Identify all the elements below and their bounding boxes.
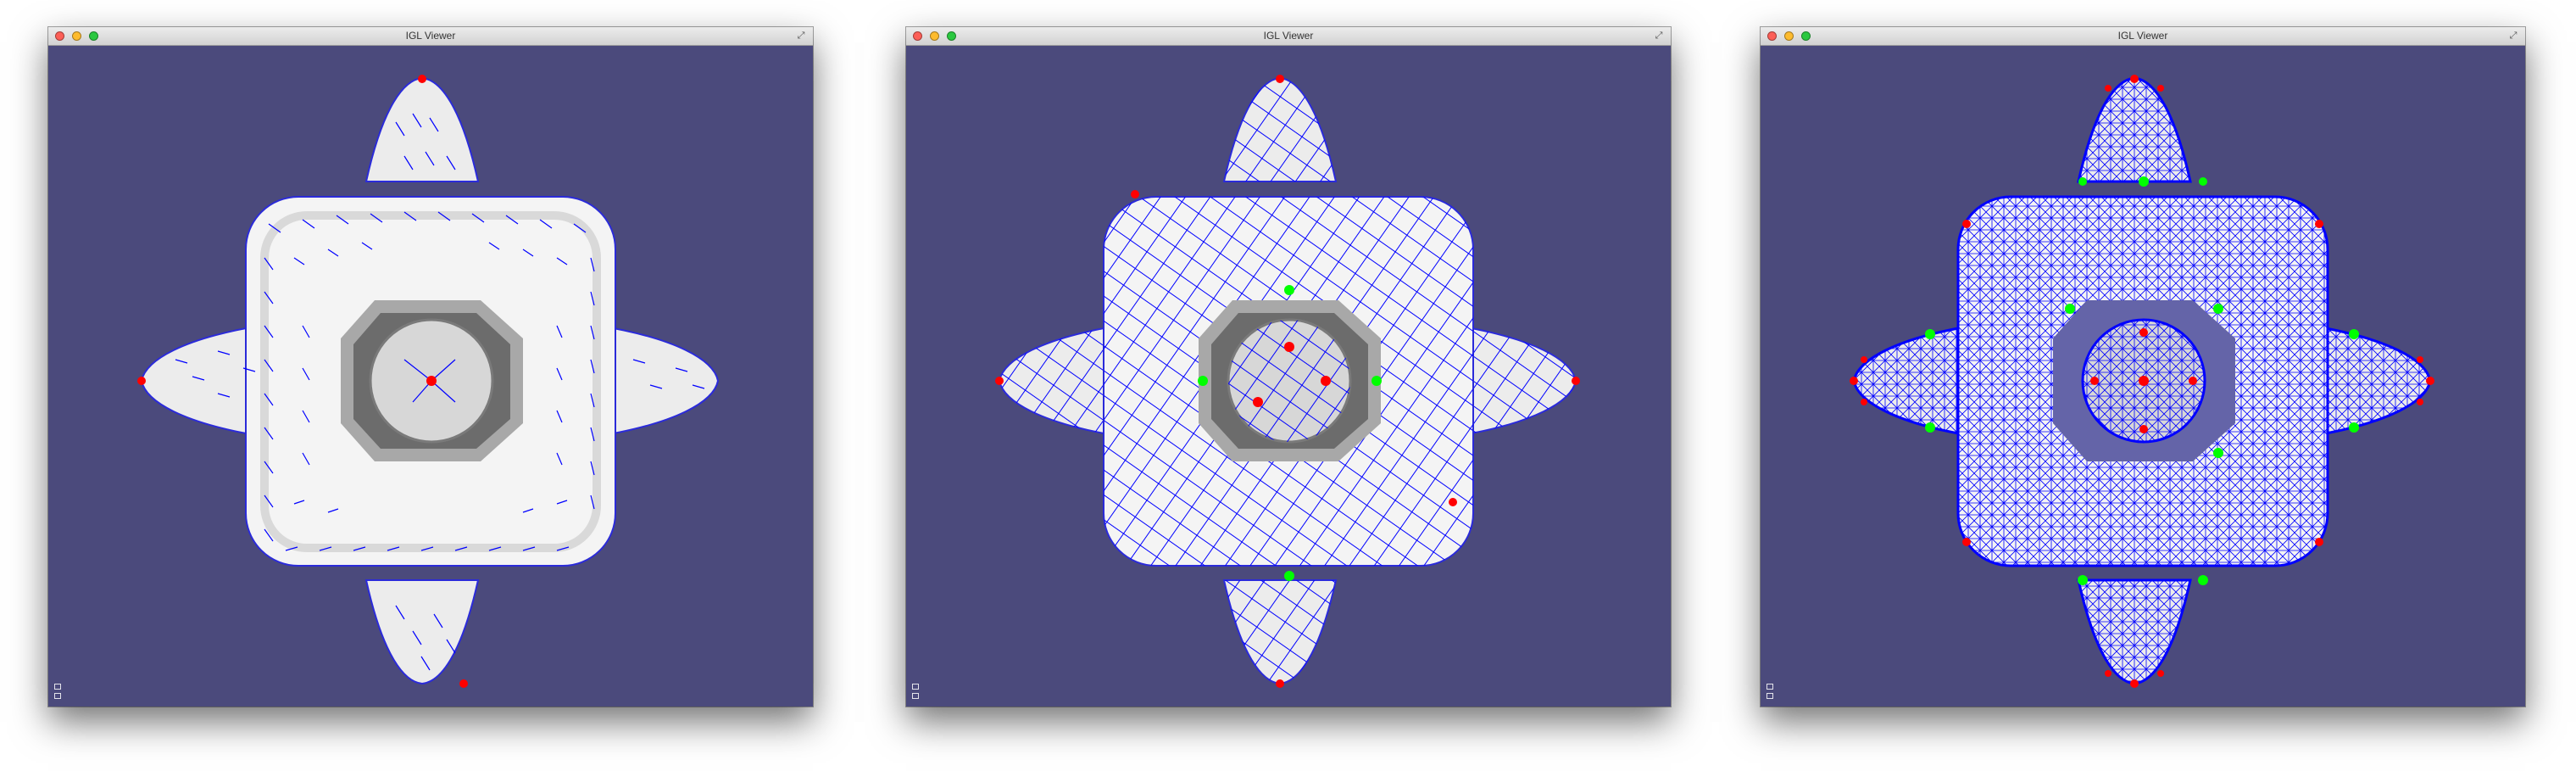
fullscreen-icon[interactable]: ⤢ xyxy=(796,31,806,41)
viewer-hud-icon[interactable] xyxy=(1766,684,1773,699)
igl-viewer-window-3: IGL Viewer ⤢ xyxy=(1761,27,2525,707)
window-title: IGL Viewer xyxy=(405,30,456,42)
title-bar[interactable]: IGL Viewer ⤢ xyxy=(1761,27,2525,46)
title-bar[interactable]: IGL Viewer ⤢ xyxy=(48,27,813,46)
viewer-hud-icon[interactable] xyxy=(54,684,61,699)
mesh-render xyxy=(906,46,1671,707)
window-title: IGL Viewer xyxy=(1263,30,1314,42)
viewport-canvas[interactable] xyxy=(48,46,813,707)
window-title: IGL Viewer xyxy=(2117,30,2168,42)
fullscreen-icon[interactable]: ⤢ xyxy=(1654,31,1664,41)
viewer-hud-icon[interactable] xyxy=(912,684,919,699)
mesh-render xyxy=(1761,46,2525,707)
title-bar[interactable]: IGL Viewer ⤢ xyxy=(906,27,1671,46)
igl-viewer-window-2: IGL Viewer ⤢ xyxy=(906,27,1671,707)
mesh-render xyxy=(48,46,813,707)
viewport-canvas[interactable] xyxy=(1761,46,2525,707)
viewport-canvas[interactable] xyxy=(906,46,1671,707)
fullscreen-icon[interactable]: ⤢ xyxy=(2508,31,2518,41)
igl-viewer-window-1: IGL Viewer ⤢ xyxy=(48,27,813,707)
